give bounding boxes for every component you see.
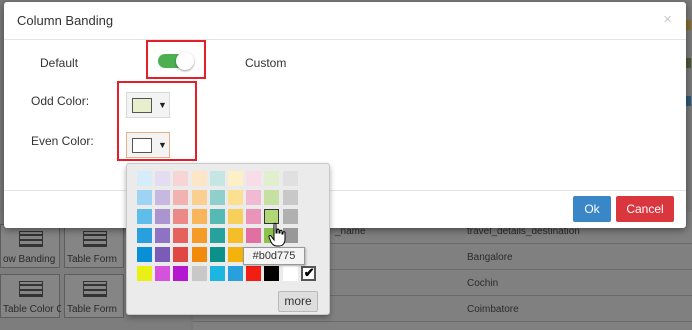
row-banding-icon: [19, 231, 43, 247]
hand-cursor-icon: [268, 222, 286, 247]
table-cell: Coimbatore: [467, 304, 519, 315]
color-swatch[interactable]: [137, 228, 152, 243]
pickers-highlight-box: [117, 81, 197, 161]
color-swatch[interactable]: [209, 228, 225, 243]
color-palette-popup: ✔ #b0d775 more: [126, 163, 330, 315]
more-colors-button[interactable]: more: [278, 291, 318, 312]
tile-label: Table Form: [67, 304, 118, 315]
color-swatch[interactable]: [228, 266, 243, 281]
color-swatch[interactable]: [191, 209, 207, 224]
tile-label: Table Color C...: [3, 304, 61, 315]
color-swatch[interactable]: [209, 190, 225, 205]
color-swatch[interactable]: [155, 171, 171, 186]
toggle-highlight-box: [146, 40, 206, 79]
odd-color-label: Odd Color:: [31, 94, 90, 108]
color-swatch[interactable]: [191, 228, 207, 243]
color-swatch[interactable]: [228, 247, 243, 262]
color-swatch[interactable]: [155, 209, 171, 224]
table-cell: Cochin: [467, 278, 499, 289]
color-swatch[interactable]: [173, 209, 189, 224]
color-swatch[interactable]: [155, 228, 171, 243]
table-cell: Bangalore: [467, 252, 513, 263]
ok-button[interactable]: Ok: [573, 196, 611, 222]
color-swatch[interactable]: [191, 266, 207, 281]
color-swatch[interactable]: [228, 209, 243, 224]
color-swatch[interactable]: [209, 171, 225, 186]
color-swatch[interactable]: [155, 190, 171, 205]
color-swatch[interactable]: [137, 171, 152, 186]
color-swatch[interactable]: [191, 190, 207, 205]
color-swatch[interactable]: [282, 171, 298, 186]
color-swatch[interactable]: [228, 228, 243, 243]
color-swatch[interactable]: [137, 266, 152, 281]
table-format-tile: Table Form: [64, 224, 124, 268]
color-swatch[interactable]: [173, 228, 189, 243]
checkmark-icon: ✔: [303, 265, 315, 280]
cancel-button[interactable]: Cancel: [616, 196, 674, 222]
color-swatch[interactable]: [173, 266, 189, 281]
color-swatch[interactable]: [282, 190, 298, 205]
selected-color-swatch[interactable]: ✔: [300, 265, 316, 281]
table-format-icon: [83, 281, 107, 297]
color-swatch[interactable]: [264, 190, 280, 205]
color-swatch[interactable]: [137, 190, 152, 205]
color-swatch[interactable]: [264, 266, 280, 281]
table-color-tile: Table Color C...: [0, 274, 61, 318]
column-banding-dialog: Column Banding × Default Custom Odd Colo…: [4, 2, 686, 228]
color-swatch[interactable]: [228, 190, 243, 205]
row-banding-tile: ow Banding: [0, 224, 60, 268]
color-swatch[interactable]: [191, 171, 207, 186]
close-icon[interactable]: ×: [663, 11, 672, 28]
color-tooltip: #b0d775: [243, 247, 305, 265]
tile-label: Table Form: [67, 254, 118, 265]
color-swatch[interactable]: [173, 247, 189, 262]
color-swatch[interactable]: [246, 171, 262, 186]
table-format-icon: [83, 231, 107, 247]
color-swatch[interactable]: [137, 209, 152, 224]
default-label: Default: [40, 56, 79, 70]
color-swatch[interactable]: [173, 171, 189, 186]
color-swatch[interactable]: [155, 266, 171, 281]
color-swatch[interactable]: [209, 266, 225, 281]
color-swatch[interactable]: [228, 171, 243, 186]
dialog-header: Column Banding ×: [4, 2, 686, 40]
color-swatch[interactable]: [209, 209, 225, 224]
table-color-icon: [19, 281, 43, 297]
table-format-tile-2: Table Form: [64, 274, 124, 318]
color-swatch[interactable]: [246, 228, 262, 243]
color-swatch[interactable]: [282, 266, 298, 281]
color-swatch[interactable]: [155, 247, 171, 262]
color-swatch[interactable]: [137, 247, 152, 262]
custom-label: Custom: [245, 56, 287, 70]
color-swatch[interactable]: [246, 190, 262, 205]
dialog-title: Column Banding: [17, 13, 114, 28]
tile-label: ow Banding: [3, 254, 56, 265]
color-swatch[interactable]: [173, 190, 189, 205]
color-swatch[interactable]: [264, 171, 280, 186]
dialog-footer-divider: [4, 190, 686, 191]
color-swatch[interactable]: [209, 247, 225, 262]
color-swatch[interactable]: [191, 247, 207, 262]
color-swatch[interactable]: [246, 266, 262, 281]
even-color-label: Even Color:: [31, 134, 94, 148]
color-swatch[interactable]: [246, 209, 262, 224]
